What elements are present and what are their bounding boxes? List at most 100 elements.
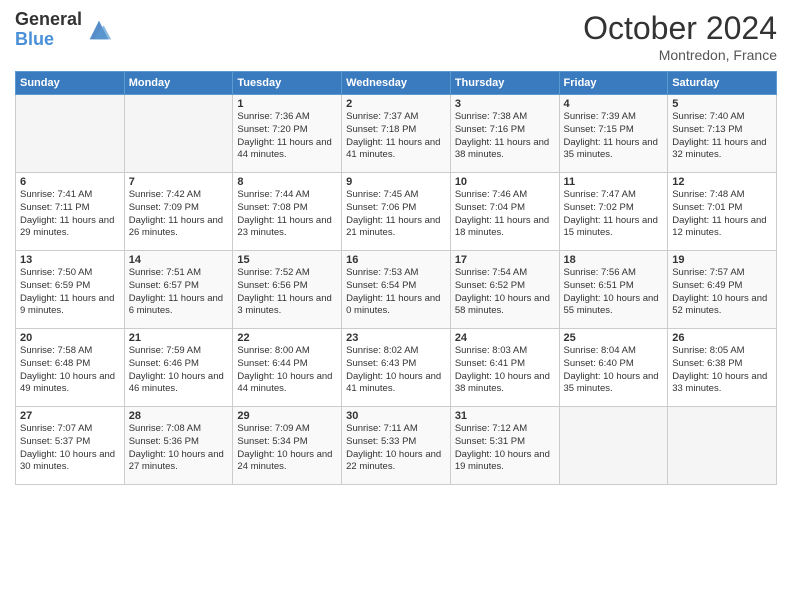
header-row: SundayMondayTuesdayWednesdayThursdayFrid… bbox=[16, 72, 777, 95]
day-number: 9 bbox=[346, 176, 446, 188]
day-number: 31 bbox=[455, 410, 555, 422]
day-info: Sunrise: 8:00 AMSunset: 6:44 PMDaylight:… bbox=[237, 345, 337, 396]
calendar-cell: 1Sunrise: 7:36 AMSunset: 7:20 PMDaylight… bbox=[233, 95, 342, 173]
calendar-cell: 16Sunrise: 7:53 AMSunset: 6:54 PMDayligh… bbox=[342, 251, 451, 329]
title-block: October 2024 Montredon, France bbox=[583, 10, 777, 63]
calendar-cell: 2Sunrise: 7:37 AMSunset: 7:18 PMDaylight… bbox=[342, 95, 451, 173]
day-info: Sunrise: 7:37 AMSunset: 7:18 PMDaylight:… bbox=[346, 111, 446, 162]
day-info: Sunrise: 7:48 AMSunset: 7:01 PMDaylight:… bbox=[672, 189, 772, 240]
day-header-sunday: Sunday bbox=[16, 72, 125, 95]
day-info: Sunrise: 7:57 AMSunset: 6:49 PMDaylight:… bbox=[672, 267, 772, 318]
calendar-cell: 21Sunrise: 7:59 AMSunset: 6:46 PMDayligh… bbox=[124, 329, 233, 407]
calendar-cell: 17Sunrise: 7:54 AMSunset: 6:52 PMDayligh… bbox=[450, 251, 559, 329]
month-title: October 2024 bbox=[583, 10, 777, 47]
calendar-cell: 29Sunrise: 7:09 AMSunset: 5:34 PMDayligh… bbox=[233, 407, 342, 485]
calendar-table: SundayMondayTuesdayWednesdayThursdayFrid… bbox=[15, 71, 777, 485]
day-number: 1 bbox=[237, 98, 337, 110]
day-info: Sunrise: 7:45 AMSunset: 7:06 PMDaylight:… bbox=[346, 189, 446, 240]
week-row-4: 20Sunrise: 7:58 AMSunset: 6:48 PMDayligh… bbox=[16, 329, 777, 407]
day-number: 29 bbox=[237, 410, 337, 422]
day-number: 25 bbox=[564, 332, 664, 344]
calendar-cell bbox=[559, 407, 668, 485]
day-number: 24 bbox=[455, 332, 555, 344]
day-info: Sunrise: 7:38 AMSunset: 7:16 PMDaylight:… bbox=[455, 111, 555, 162]
week-row-1: 1Sunrise: 7:36 AMSunset: 7:20 PMDaylight… bbox=[16, 95, 777, 173]
day-number: 3 bbox=[455, 98, 555, 110]
day-info: Sunrise: 8:04 AMSunset: 6:40 PMDaylight:… bbox=[564, 345, 664, 396]
calendar-cell: 23Sunrise: 8:02 AMSunset: 6:43 PMDayligh… bbox=[342, 329, 451, 407]
day-info: Sunrise: 7:07 AMSunset: 5:37 PMDaylight:… bbox=[20, 423, 120, 474]
calendar-cell: 15Sunrise: 7:52 AMSunset: 6:56 PMDayligh… bbox=[233, 251, 342, 329]
logo-general: General bbox=[15, 10, 82, 30]
day-number: 19 bbox=[672, 254, 772, 266]
day-info: Sunrise: 7:09 AMSunset: 5:34 PMDaylight:… bbox=[237, 423, 337, 474]
day-header-thursday: Thursday bbox=[450, 72, 559, 95]
day-info: Sunrise: 7:53 AMSunset: 6:54 PMDaylight:… bbox=[346, 267, 446, 318]
day-number: 4 bbox=[564, 98, 664, 110]
day-info: Sunrise: 8:03 AMSunset: 6:41 PMDaylight:… bbox=[455, 345, 555, 396]
day-info: Sunrise: 7:54 AMSunset: 6:52 PMDaylight:… bbox=[455, 267, 555, 318]
day-number: 15 bbox=[237, 254, 337, 266]
day-info: Sunrise: 7:11 AMSunset: 5:33 PMDaylight:… bbox=[346, 423, 446, 474]
day-header-friday: Friday bbox=[559, 72, 668, 95]
week-row-5: 27Sunrise: 7:07 AMSunset: 5:37 PMDayligh… bbox=[16, 407, 777, 485]
calendar-cell: 20Sunrise: 7:58 AMSunset: 6:48 PMDayligh… bbox=[16, 329, 125, 407]
day-info: Sunrise: 7:52 AMSunset: 6:56 PMDaylight:… bbox=[237, 267, 337, 318]
day-info: Sunrise: 7:41 AMSunset: 7:11 PMDaylight:… bbox=[20, 189, 120, 240]
day-number: 16 bbox=[346, 254, 446, 266]
day-info: Sunrise: 7:36 AMSunset: 7:20 PMDaylight:… bbox=[237, 111, 337, 162]
week-row-2: 6Sunrise: 7:41 AMSunset: 7:11 PMDaylight… bbox=[16, 173, 777, 251]
calendar-cell: 19Sunrise: 7:57 AMSunset: 6:49 PMDayligh… bbox=[668, 251, 777, 329]
calendar-cell: 4Sunrise: 7:39 AMSunset: 7:15 PMDaylight… bbox=[559, 95, 668, 173]
calendar-cell: 5Sunrise: 7:40 AMSunset: 7:13 PMDaylight… bbox=[668, 95, 777, 173]
calendar-cell bbox=[124, 95, 233, 173]
logo-text: General Blue bbox=[15, 10, 82, 50]
day-info: Sunrise: 7:47 AMSunset: 7:02 PMDaylight:… bbox=[564, 189, 664, 240]
calendar-cell: 12Sunrise: 7:48 AMSunset: 7:01 PMDayligh… bbox=[668, 173, 777, 251]
calendar-cell: 8Sunrise: 7:44 AMSunset: 7:08 PMDaylight… bbox=[233, 173, 342, 251]
day-number: 11 bbox=[564, 176, 664, 188]
calendar-cell: 30Sunrise: 7:11 AMSunset: 5:33 PMDayligh… bbox=[342, 407, 451, 485]
logo: General Blue bbox=[15, 10, 113, 50]
day-number: 8 bbox=[237, 176, 337, 188]
day-header-saturday: Saturday bbox=[668, 72, 777, 95]
logo-blue: Blue bbox=[15, 30, 82, 50]
day-number: 22 bbox=[237, 332, 337, 344]
day-number: 14 bbox=[129, 254, 229, 266]
header: General Blue October 2024 Montredon, Fra… bbox=[15, 10, 777, 63]
day-number: 18 bbox=[564, 254, 664, 266]
day-number: 10 bbox=[455, 176, 555, 188]
calendar-cell bbox=[16, 95, 125, 173]
day-number: 23 bbox=[346, 332, 446, 344]
location: Montredon, France bbox=[583, 47, 777, 63]
day-info: Sunrise: 7:40 AMSunset: 7:13 PMDaylight:… bbox=[672, 111, 772, 162]
day-number: 2 bbox=[346, 98, 446, 110]
day-number: 26 bbox=[672, 332, 772, 344]
day-info: Sunrise: 7:56 AMSunset: 6:51 PMDaylight:… bbox=[564, 267, 664, 318]
day-info: Sunrise: 7:46 AMSunset: 7:04 PMDaylight:… bbox=[455, 189, 555, 240]
calendar-cell: 11Sunrise: 7:47 AMSunset: 7:02 PMDayligh… bbox=[559, 173, 668, 251]
day-header-monday: Monday bbox=[124, 72, 233, 95]
calendar-cell: 28Sunrise: 7:08 AMSunset: 5:36 PMDayligh… bbox=[124, 407, 233, 485]
day-info: Sunrise: 7:50 AMSunset: 6:59 PMDaylight:… bbox=[20, 267, 120, 318]
day-number: 17 bbox=[455, 254, 555, 266]
day-number: 6 bbox=[20, 176, 120, 188]
day-header-tuesday: Tuesday bbox=[233, 72, 342, 95]
day-info: Sunrise: 7:59 AMSunset: 6:46 PMDaylight:… bbox=[129, 345, 229, 396]
calendar-cell: 9Sunrise: 7:45 AMSunset: 7:06 PMDaylight… bbox=[342, 173, 451, 251]
calendar-cell: 7Sunrise: 7:42 AMSunset: 7:09 PMDaylight… bbox=[124, 173, 233, 251]
calendar-cell bbox=[668, 407, 777, 485]
day-info: Sunrise: 7:08 AMSunset: 5:36 PMDaylight:… bbox=[129, 423, 229, 474]
day-info: Sunrise: 8:02 AMSunset: 6:43 PMDaylight:… bbox=[346, 345, 446, 396]
calendar-cell: 22Sunrise: 8:00 AMSunset: 6:44 PMDayligh… bbox=[233, 329, 342, 407]
day-info: Sunrise: 8:05 AMSunset: 6:38 PMDaylight:… bbox=[672, 345, 772, 396]
main-container: General Blue October 2024 Montredon, Fra… bbox=[0, 0, 792, 495]
day-number: 12 bbox=[672, 176, 772, 188]
day-info: Sunrise: 7:51 AMSunset: 6:57 PMDaylight:… bbox=[129, 267, 229, 318]
calendar-cell: 18Sunrise: 7:56 AMSunset: 6:51 PMDayligh… bbox=[559, 251, 668, 329]
day-number: 7 bbox=[129, 176, 229, 188]
calendar-cell: 14Sunrise: 7:51 AMSunset: 6:57 PMDayligh… bbox=[124, 251, 233, 329]
day-number: 21 bbox=[129, 332, 229, 344]
day-info: Sunrise: 7:44 AMSunset: 7:08 PMDaylight:… bbox=[237, 189, 337, 240]
calendar-cell: 26Sunrise: 8:05 AMSunset: 6:38 PMDayligh… bbox=[668, 329, 777, 407]
